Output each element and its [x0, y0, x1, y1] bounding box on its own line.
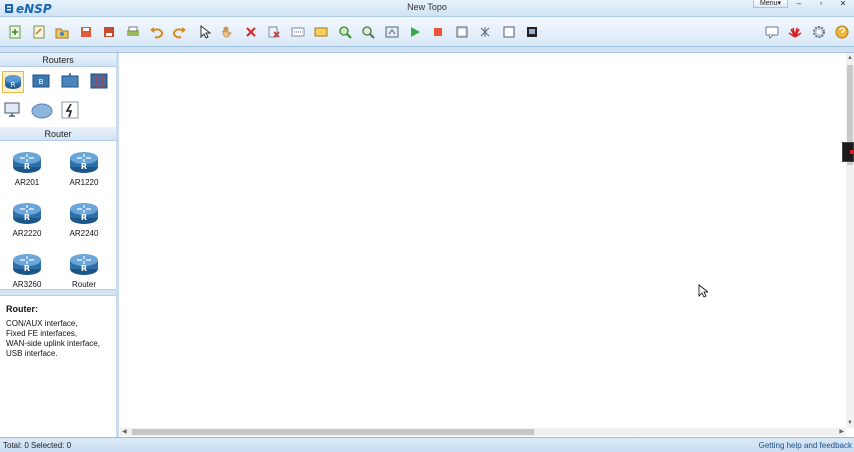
ar201-device[interactable]: R AR201 — [2, 149, 52, 187]
selection-status: Total: 0 Selected: 0 — [3, 441, 72, 450]
description-line: Fixed FE interfaces, — [6, 329, 78, 338]
help-icon[interactable] — [835, 25, 849, 39]
close-icon[interactable]: ✕ — [832, 0, 854, 8]
zoom-out-icon[interactable] — [361, 25, 375, 39]
display-grid-icon[interactable] — [502, 25, 516, 39]
wlan-category-icon[interactable] — [60, 71, 82, 93]
description-line: USB interface. — [6, 349, 58, 358]
window-controls: Menu▾ – ▫ ✕ — [752, 0, 854, 8]
delete-icon[interactable] — [244, 25, 258, 39]
mouse-cursor-icon — [698, 284, 708, 298]
description-line: CON/AUX interface, — [6, 319, 78, 328]
device-grid: R AR201 R AR1220 R AR2220 R AR2240 R AR3260 R Route… — [0, 141, 116, 289]
ar1220-device[interactable]: R AR1220 — [59, 149, 109, 187]
router-device[interactable]: R Router — [59, 251, 109, 289]
router-icon: R — [70, 254, 98, 275]
svg-text:R: R — [11, 81, 16, 89]
pc-category-icon[interactable] — [2, 100, 24, 122]
text-annotation-icon[interactable] — [291, 25, 305, 39]
category-header: Routers — [0, 53, 116, 67]
capture-data-icon[interactable] — [455, 25, 469, 39]
screenshot-icon[interactable] — [525, 25, 539, 39]
device-panel: Routers R B Router R AR201 R AR1220 R AR2220 R… — [0, 53, 119, 437]
device-label: AR1220 — [69, 178, 99, 187]
save-icon[interactable] — [79, 25, 93, 39]
redo-icon[interactable] — [173, 25, 187, 39]
description-title: Router: — [6, 304, 38, 314]
horizontal-scrollbar[interactable]: ◀ ▶ — [120, 428, 846, 436]
device-label: AR201 — [14, 178, 40, 187]
ar2240-device[interactable]: R AR2240 — [59, 200, 109, 238]
device-label: AR2240 — [69, 229, 99, 238]
new-topo-icon[interactable] — [8, 25, 22, 39]
ar3260-device[interactable]: R AR3260 — [2, 251, 52, 289]
svg-text:R: R — [81, 264, 87, 273]
open-icon[interactable] — [55, 25, 69, 39]
scroll-down-icon[interactable]: ▼ — [847, 419, 853, 427]
print-icon[interactable] — [126, 25, 140, 39]
svg-text:B: B — [39, 78, 44, 86]
select-pointer-icon[interactable] — [197, 25, 211, 39]
topology-icon[interactable] — [478, 25, 492, 39]
router-icon: R — [13, 254, 41, 275]
connection-category-icon[interactable] — [60, 100, 82, 122]
description-line: WAN-side uplink interface, — [6, 339, 100, 348]
delete-all-icon[interactable] — [267, 25, 281, 39]
undo-icon[interactable] — [149, 25, 163, 39]
save-as-icon[interactable] — [102, 25, 116, 39]
firewall-category-icon[interactable] — [89, 71, 111, 93]
device-label: Router — [71, 280, 96, 289]
minimize-icon[interactable]: – — [788, 0, 810, 8]
category-row-2 — [0, 97, 116, 127]
message-icon[interactable] — [765, 25, 779, 39]
cloud-category-icon[interactable] — [31, 100, 53, 122]
zoom-in-icon[interactable] — [338, 25, 352, 39]
router-icon: R — [13, 152, 41, 173]
category-row-1: R B — [0, 67, 116, 97]
svg-text:R: R — [24, 162, 30, 171]
stop-device-icon[interactable] — [431, 25, 445, 39]
scroll-right-icon[interactable]: ▶ — [839, 428, 844, 436]
topology-canvas[interactable] — [120, 53, 846, 428]
new-lab-icon[interactable] — [32, 25, 46, 39]
huawei-logo-icon[interactable] — [788, 25, 802, 39]
svg-text:R: R — [24, 213, 30, 222]
menu-button[interactable]: Menu▾ — [752, 0, 788, 8]
device-label: AR2220 — [12, 229, 42, 238]
panel-separator — [0, 289, 116, 296]
router-icon: R — [70, 203, 98, 224]
main-toolbar — [0, 17, 854, 47]
vertical-scrollbar[interactable]: ▲ ▼ — [846, 53, 854, 428]
title-bar: eNSP New Topo Menu▾ – ▫ ✕ — [0, 0, 854, 17]
router-icon: R — [70, 152, 98, 173]
settings-gear-icon[interactable] — [812, 25, 826, 39]
fit-view-icon[interactable] — [385, 25, 399, 39]
status-bar: Total: 0 Selected: 0 Getting help and fe… — [0, 437, 854, 452]
device-label: AR3260 — [12, 280, 42, 289]
device-description: Router: CON/AUX interface, Fixed FE inte… — [0, 296, 116, 367]
router-icon: R — [13, 203, 41, 224]
svg-text:R: R — [24, 264, 30, 273]
restore-icon[interactable]: ▫ — [810, 0, 832, 8]
horizontal-scroll-thumb[interactable] — [132, 429, 534, 435]
section-header: Router — [0, 127, 116, 141]
window-title: New Topo — [407, 2, 447, 12]
hand-pan-icon[interactable] — [220, 25, 234, 39]
side-panel-toggle[interactable] — [842, 142, 854, 162]
help-feedback-link[interactable]: Getting help and feedback — [759, 441, 852, 450]
scroll-left-icon[interactable]: ◀ — [122, 428, 127, 436]
switch-category-icon[interactable]: B — [31, 71, 53, 93]
svg-text:R: R — [81, 162, 87, 171]
svg-text:R: R — [81, 213, 87, 222]
router-category-icon[interactable]: R — [2, 71, 24, 93]
ar2220-device[interactable]: R AR2220 — [2, 200, 52, 238]
scroll-up-icon[interactable]: ▲ — [847, 54, 853, 62]
rectangle-annotation-icon[interactable] — [314, 25, 328, 39]
start-device-icon[interactable] — [408, 25, 422, 39]
